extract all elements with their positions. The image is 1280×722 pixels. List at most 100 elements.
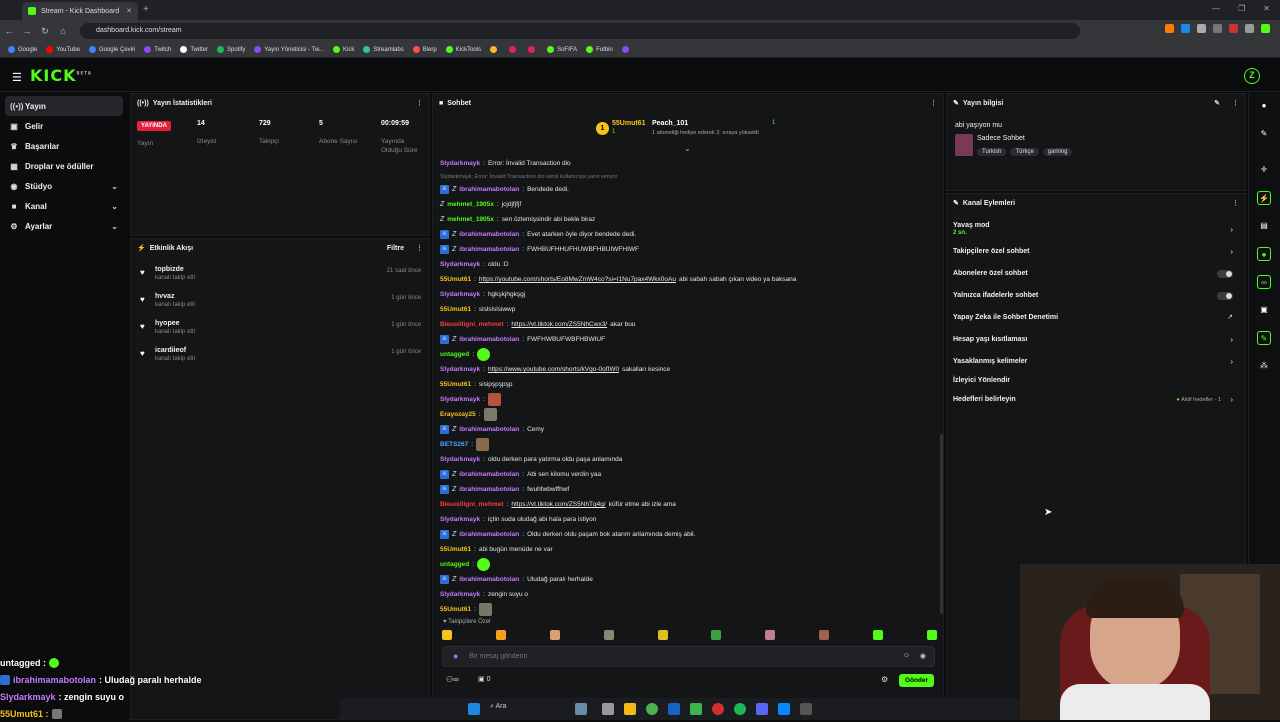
sidebar-item-4[interactable]: ◉ Stüdyo ⌄ [0, 176, 128, 196]
bookmark-3[interactable]: Twitch [144, 46, 171, 53]
users-icon[interactable]: ⚇∞ [446, 675, 459, 684]
chat-username[interactable]: 55Umut61 [440, 546, 471, 553]
followers-chat-row[interactable]: Takipçilere özel sohbet [953, 248, 1030, 255]
more-options-icon[interactable]: ⋮ [416, 99, 423, 107]
app-icon[interactable] [800, 703, 812, 715]
chat-username[interactable]: ibrahimamabotolan [459, 231, 519, 238]
emote-icon[interactable] [926, 630, 937, 640]
chat-username[interactable]: 55Umut61 [440, 276, 471, 283]
chevron-right-icon[interactable]: › [1230, 247, 1233, 256]
bookmark-14[interactable]: SoFIFA [547, 46, 577, 53]
integrations-icon[interactable]: ⁂ [1257, 359, 1271, 373]
pencil-icon[interactable]: ✎ [1257, 127, 1271, 141]
taskbar-search[interactable]: ⌕ Ara [490, 703, 506, 711]
chat-username[interactable]: Slydarkmayk [440, 591, 480, 598]
chevron-down-icon[interactable]: ⌄ [684, 144, 691, 153]
chat-settings-icon[interactable]: ⚙ [881, 675, 888, 684]
chat-username[interactable]: Slydarkmayk [440, 261, 480, 268]
chevron-right-icon[interactable]: › [1230, 395, 1233, 404]
bookmark-1[interactable]: YouTube [46, 46, 80, 53]
chat-bubble-icon[interactable]: ● [1257, 247, 1271, 261]
info-circle-icon[interactable]: ● [1257, 99, 1271, 113]
chat-username[interactable]: Slydarkmayk [440, 456, 480, 463]
extension-icon[interactable] [1181, 24, 1190, 33]
ai-moderation-label[interactable]: Yapay Zeka ile Sohbet Denetimi [953, 314, 1058, 321]
chevron-right-icon[interactable]: › [1230, 357, 1233, 366]
chat-username[interactable]: Slydarkmayk [440, 516, 480, 523]
storage-icon[interactable]: ▣ [1257, 303, 1271, 317]
chevron-right-icon[interactable]: › [1230, 225, 1233, 234]
chat-username[interactable]: Bleuoilligni_mehmet [440, 321, 504, 328]
profile-icon[interactable] [1261, 24, 1270, 33]
edit-icon[interactable]: ✎ [1214, 99, 1220, 107]
sidebar-item-0[interactable]: ((•)) Yayın [5, 96, 123, 116]
maximize-icon[interactable]: ❐ [1238, 4, 1245, 13]
emote-chat-toggle[interactable] [1217, 292, 1233, 300]
bookmark-15[interactable]: Futbin [586, 46, 613, 53]
more-options-icon[interactable]: ⋮ [416, 244, 423, 252]
filter-button[interactable]: Filtre [387, 245, 404, 252]
bookmark-6[interactable]: Yayın Yöneticisi - Tw... [254, 46, 324, 53]
chat-username[interactable]: untagged [440, 351, 469, 358]
chat-username[interactable]: ibrahimamabotolan [459, 336, 519, 343]
chat-username[interactable]: 55Umut61 [440, 306, 471, 313]
extension-icon[interactable] [1213, 24, 1222, 33]
emote-icon[interactable] [765, 630, 776, 640]
sidebar-item-1[interactable]: ▣ Gelir [0, 116, 128, 136]
chat-username[interactable]: ibrahimamabotolan [459, 186, 519, 193]
steam-icon[interactable] [668, 703, 680, 715]
xbox-icon[interactable] [690, 703, 702, 715]
user-avatar[interactable]: Z [1244, 68, 1260, 84]
app-icon[interactable] [778, 703, 790, 715]
chevron-down-icon[interactable]: ⌄ [111, 222, 118, 231]
bookmark-2[interactable]: Google Çeviri [88, 46, 135, 53]
age-limit-label[interactable]: Hesap yaşı kısıtlaması [953, 336, 1027, 343]
viewer-redirect-label[interactable]: İzleyici Yönlendir [953, 377, 1010, 384]
chat-username[interactable]: Erayozay25 [440, 411, 476, 418]
taskbar-app-icon[interactable] [575, 703, 587, 715]
bookmark-7[interactable]: Kick [333, 46, 354, 53]
more-options-icon[interactable]: ⋮ [1232, 199, 1239, 207]
chat-username[interactable]: 55Umut61 [440, 606, 471, 613]
bookmark-16[interactable] [621, 46, 632, 53]
external-link-icon[interactable]: ↗ [1227, 313, 1233, 321]
chat-username[interactable]: Bleuoilligni_mehmet [440, 501, 504, 508]
crosshair-icon[interactable]: ✛ [1257, 163, 1271, 177]
bookmark-13[interactable] [528, 46, 538, 53]
chat-link[interactable]: https://youtube.com/shorts/Eo8MwZmW4co?s… [479, 276, 676, 283]
chat-username[interactable]: Slydarkmayk [440, 396, 480, 403]
new-tab-button[interactable]: + [143, 4, 149, 15]
chat-username[interactable]: mehmet_1905x [447, 216, 494, 223]
chat-username[interactable]: untagged [440, 561, 469, 568]
browser-tab[interactable]: Stream - Kick Dashboard ✕ [22, 2, 138, 20]
menu-icon[interactable]: ☰ [12, 71, 22, 84]
points-display[interactable]: ▣ 0 [478, 675, 490, 683]
extension-icon[interactable] [1165, 24, 1174, 33]
bookmark-12[interactable] [509, 46, 519, 53]
chat-username[interactable]: Slydarkmayk [440, 366, 480, 373]
home-icon[interactable]: ⌂ [54, 26, 72, 36]
sidebar-item-3[interactable]: ▦ Droplar ve ödüller [0, 156, 128, 176]
minimize-icon[interactable]: — [1212, 4, 1220, 13]
extension-icon[interactable] [1245, 24, 1254, 33]
chat-username[interactable]: BETS267 [440, 441, 468, 448]
tag-chip[interactable]: Türkçe [1010, 148, 1039, 156]
chat-username[interactable]: Slydarkmayk [440, 160, 480, 167]
lightning-icon[interactable]: ⚡ [1257, 191, 1271, 205]
chat-input-box[interactable]: ● ☺ ◉ [442, 646, 935, 667]
emote-icon[interactable] [873, 630, 883, 640]
bookmark-8[interactable]: Streamlabs [363, 46, 404, 53]
reload-icon[interactable]: ↻ [36, 26, 54, 37]
app-icon[interactable] [712, 703, 724, 715]
subs-chat-toggle[interactable] [1217, 270, 1233, 278]
chat-username[interactable]: 55Umut61 [440, 381, 471, 388]
activity-user[interactable]: hyopee [155, 320, 429, 327]
emote-icon[interactable] [495, 630, 506, 640]
folder-icon[interactable] [624, 703, 636, 715]
chat-username[interactable]: mehmet_1905x [447, 201, 494, 208]
chat-username[interactable]: ibrahimamabotolan [459, 471, 519, 478]
document-icon[interactable]: ▤ [1257, 219, 1271, 233]
sidebar-item-5[interactable]: ■ Kanal ⌄ [0, 196, 128, 216]
activity-user[interactable]: icardiieof [155, 347, 429, 354]
chat-username[interactable]: ibrahimamabotolan [459, 426, 519, 433]
